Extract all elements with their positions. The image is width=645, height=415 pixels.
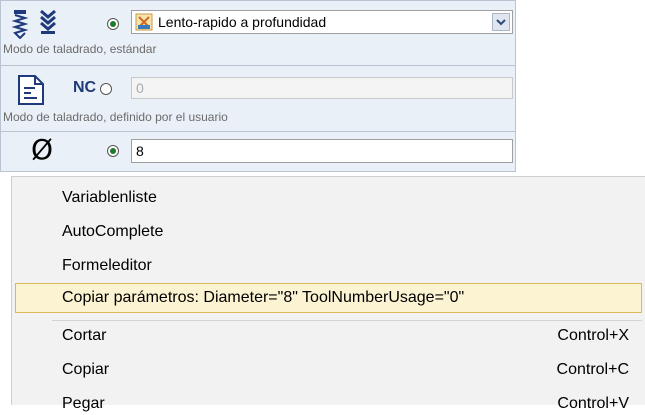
drilling-mode-custom-row: NC 0 Modo de taladrado, definido por el … xyxy=(1,66,515,131)
dropdown-arrow-icon[interactable] xyxy=(492,13,510,31)
nc-label: NC xyxy=(73,79,97,96)
diameter-value: 8 xyxy=(136,143,144,159)
diameter-icon: Ø xyxy=(31,133,54,166)
nc-custom-value: 0 xyxy=(136,80,144,96)
menu-item-copiar[interactable]: Copiar xyxy=(62,359,109,381)
menu-item-pegar[interactable]: Pegar xyxy=(62,393,105,415)
drilling-mode-standard-row: Lento-rapido a profundidad Modo de talad… xyxy=(1,1,515,65)
custom-mode-caption: Modo de taladrado, definido por el usuar… xyxy=(3,110,228,124)
menu-item-formeleditor[interactable]: Formeleditor xyxy=(62,255,152,277)
shortcut-cortar: Control+X xyxy=(557,327,629,344)
nc-custom-field[interactable]: 0 xyxy=(131,77,513,99)
drill-icon xyxy=(11,9,29,44)
menu-item-copy-parameters[interactable]: Copiar parámetros: Diameter="8" ToolNumb… xyxy=(62,287,464,309)
diameter-radio[interactable] xyxy=(107,145,119,157)
shortcut-copiar: Control+C xyxy=(556,361,629,378)
shortcut-pegar: Control+V xyxy=(557,395,629,412)
nc-document-icon xyxy=(15,74,47,111)
menu-item-cortar[interactable]: Cortar xyxy=(62,325,106,347)
tool-combo-icon xyxy=(135,13,153,37)
menu-item-variablenliste[interactable]: Variablenliste xyxy=(62,187,157,209)
deep-drill-icon xyxy=(39,9,57,40)
diameter-input[interactable]: 8 xyxy=(131,139,513,163)
context-menu: Variablenliste AutoComplete Formeleditor… xyxy=(11,176,645,412)
standard-mode-radio[interactable] xyxy=(107,18,119,30)
drilling-parameter-panel: Lento-rapido a profundidad Modo de talad… xyxy=(0,0,516,172)
menu-separator xyxy=(52,320,642,321)
drilling-strategy-combo[interactable]: Lento-rapido a profundidad xyxy=(131,10,513,34)
standard-mode-caption: Modo de taladrado, estándar xyxy=(3,42,157,56)
custom-mode-radio[interactable] xyxy=(100,83,112,95)
diameter-row: Ø 8 xyxy=(1,132,515,172)
menu-item-autocomplete[interactable]: AutoComplete xyxy=(62,221,163,243)
drilling-strategy-value: Lento-rapido a profundidad xyxy=(158,14,327,30)
